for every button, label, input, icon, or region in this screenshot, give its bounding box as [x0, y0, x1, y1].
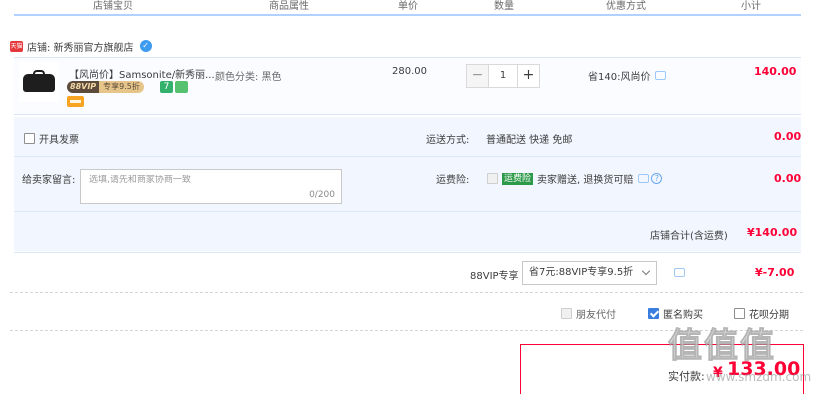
header-col-discount: 优惠方式 [606, 1, 646, 12]
item-subtotal: 140.00 [754, 65, 797, 78]
header-col-qty: 数量 [494, 1, 514, 12]
divider [14, 156, 801, 157]
comment-icon[interactable] [638, 174, 650, 183]
insurance-tag: 运费险 [502, 172, 534, 185]
vip-tag-label: 88VIP [67, 81, 100, 93]
invoice-option[interactable]: 开具发票 [24, 131, 79, 146]
vip-discount-amount: ¥-7.00 [755, 266, 795, 279]
vip-discount-select[interactable]: 省7元:88VIP专享9.5折 [522, 261, 657, 285]
discount-info: 省140:风尚价 [588, 68, 667, 83]
seller-message-box: 0/200 [80, 169, 342, 204]
friend-pay-label: 朋友代付 [576, 309, 616, 321]
anonymous-checkbox[interactable] [648, 307, 659, 319]
help-icon[interactable]: ? [651, 173, 663, 184]
shipping-label: 运送方式: [426, 135, 470, 146]
seven-day-return-icon: 7 [160, 81, 173, 93]
seller-message-label: 给卖家留言: [22, 175, 76, 186]
vip-select-value: 省7元:88VIP专享9.5折 [529, 267, 634, 278]
shop-total-value: ¥140.00 [747, 226, 798, 239]
shop-name[interactable]: 店铺: 新秀丽官方旗舰店 [27, 39, 134, 54]
insurance-option: 运费险 卖家赠送, 退换货可赔 ? [487, 171, 663, 186]
unit-price: 280.00 [392, 66, 427, 77]
bag-body-shape [23, 74, 55, 92]
table-header: 店铺宝贝 商品属性 单价 数量 优惠方式 小计 [0, 0, 816, 16]
invoice-label: 开具发票 [39, 135, 79, 146]
watermark-site: www.smzdm.com [706, 370, 812, 384]
insurance-checkbox[interactable] [487, 173, 498, 184]
shipping-method: 普通配送 快递 免邮 [486, 135, 573, 146]
header-divider [14, 14, 801, 16]
quantity-plus-button[interactable]: + [517, 64, 540, 88]
divider [14, 211, 801, 212]
product-title-link[interactable]: 【风尚价】Samsonite/新秀丽... [69, 66, 215, 81]
seller-message-input[interactable] [89, 175, 329, 185]
insurance-fee: 0.00 [774, 172, 802, 185]
shop-total-label: 店铺合计(含运费) [650, 231, 728, 242]
vip-tag-discount: 专享9.5折 [99, 81, 144, 93]
smzdm-watermark: 值值值 www.smzdm.com [668, 318, 812, 394]
vip-discount-tag: 88VIP 专享9.5折 [67, 81, 144, 93]
invoice-checkbox[interactable] [24, 133, 35, 144]
quantity-minus-button[interactable]: − [466, 64, 489, 88]
friend-pay-option[interactable]: 朋友代付 [561, 306, 616, 321]
divider [14, 252, 801, 253]
huabei-checkbox[interactable] [734, 307, 745, 319]
header-col-shop: 店铺宝贝 [93, 1, 133, 12]
tmall-logo-icon: 天猫 [10, 40, 23, 52]
product-props: 颜色分类: 黑色 [215, 72, 282, 83]
insurance-label: 运费险: [436, 175, 470, 186]
credit-card-icon [67, 96, 84, 107]
message-char-counter: 0/200 [309, 190, 335, 200]
chevron-down-icon [641, 266, 651, 276]
header-col-price: 单价 [398, 1, 418, 12]
header-col-subtotal: 小计 [741, 1, 761, 12]
dashed-divider [10, 292, 803, 293]
discount-text: 省140:风尚价 [588, 72, 651, 83]
friend-pay-checkbox[interactable] [561, 307, 572, 319]
comment-icon[interactable] [674, 268, 685, 277]
service-badge-icon [175, 81, 188, 93]
vip-discount-label: 88VIP专享 [470, 271, 519, 282]
product-thumbnail[interactable] [19, 62, 59, 102]
comment-icon[interactable] [655, 71, 667, 80]
quantity-input[interactable]: 1 [489, 64, 517, 88]
shipping-fee: 0.00 [774, 130, 802, 143]
quantity-stepper: − 1 + [466, 64, 540, 88]
wangwang-chat-icon[interactable]: ✓ [139, 40, 152, 52]
watermark-logo: 值值值 [668, 326, 776, 367]
header-col-props: 商品属性 [269, 1, 309, 12]
shop-row: 天猫 店铺: 新秀丽官方旗舰店 ✓ [10, 38, 152, 54]
insurance-text: 卖家赠送, 退换货可赔 [537, 175, 634, 186]
